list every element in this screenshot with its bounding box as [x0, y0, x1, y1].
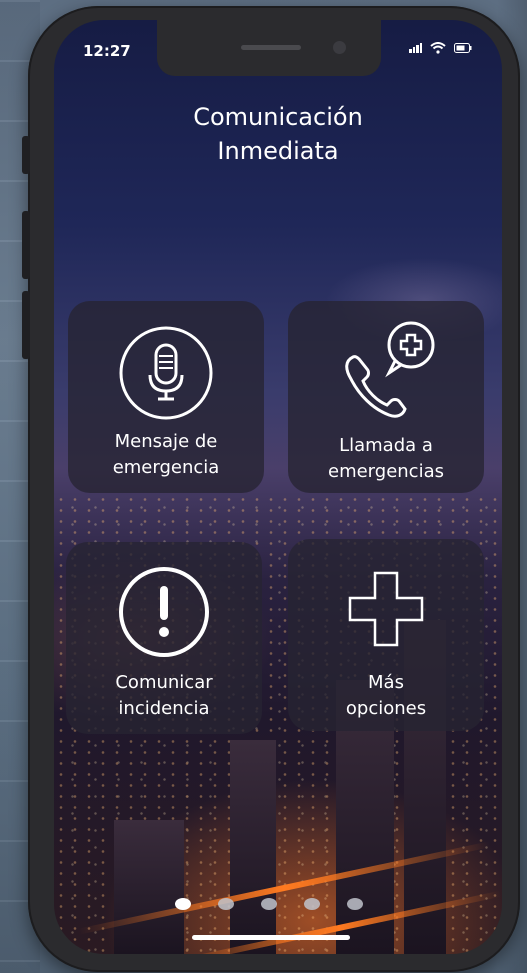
title-line-1: Comunicación [193, 103, 363, 131]
phone-screen: 12:27 Comunicación Inmediata Mensaje de … [54, 20, 502, 954]
page-dot-3[interactable] [261, 898, 277, 910]
page-dot-2[interactable] [218, 898, 234, 910]
volume-up-button [22, 211, 30, 279]
speaker [241, 45, 301, 50]
notch [157, 20, 381, 76]
call-emergency-button[interactable]: Llamada a emergencias [288, 301, 484, 493]
page-indicator [175, 898, 363, 910]
tower [230, 740, 276, 954]
page-dot-4[interactable] [304, 898, 320, 910]
mute-switch [22, 136, 30, 174]
tile-label: Mensaje de emergencia [112, 431, 220, 478]
tower [114, 820, 184, 954]
page-title: Comunicación Inmediata [54, 100, 502, 168]
volume-down-button [22, 291, 30, 359]
phone-frame: 12:27 Comunicación Inmediata Mensaje de … [22, 6, 520, 972]
wifi-icon [430, 42, 446, 54]
plus-outline-icon [348, 571, 424, 647]
title-line-2: Inmediata [217, 137, 339, 165]
microphone-icon [119, 326, 213, 420]
status-time: 12:27 [83, 42, 131, 60]
status-icons [409, 42, 472, 54]
page-dot-1[interactable] [175, 898, 191, 910]
signal-icon [409, 43, 422, 53]
front-camera [333, 41, 346, 54]
report-incident-button[interactable]: Comunicar incidencia [66, 542, 262, 734]
tile-label: Llamada a emergencias [328, 435, 444, 482]
tile-label: Comunicar incidencia [115, 672, 213, 719]
alert-icon [119, 567, 209, 657]
home-indicator[interactable] [192, 935, 350, 940]
page-dot-5[interactable] [347, 898, 363, 910]
battery-icon [454, 43, 472, 53]
tile-label: Más opciones [345, 672, 427, 719]
more-options-button[interactable]: Más opciones [288, 539, 484, 731]
emergency-message-button[interactable]: Mensaje de emergencia [68, 301, 264, 493]
phone-plus-icon [345, 321, 435, 418]
